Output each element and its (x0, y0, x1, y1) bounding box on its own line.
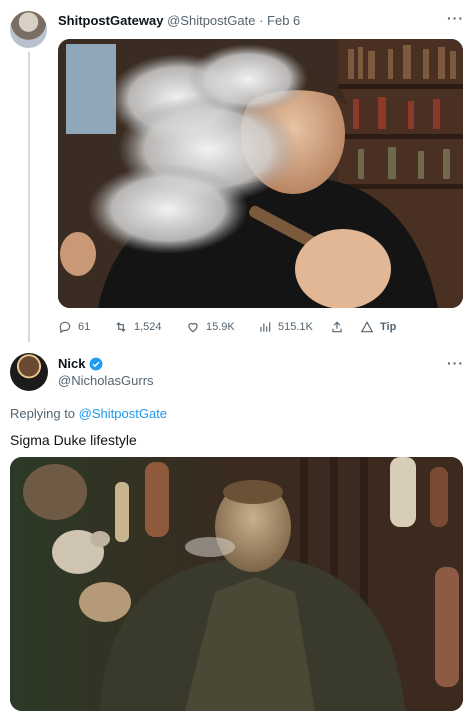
like-button[interactable]: 15.9K (186, 318, 235, 336)
tip-label: Tip (380, 321, 397, 333)
reply-button[interactable]: 61 (58, 318, 90, 336)
tweet-date[interactable]: Feb 6 (267, 13, 300, 28)
photo-game-character (10, 457, 463, 711)
avatar-shitpostgateway[interactable] (10, 11, 47, 48)
heart-icon (188, 323, 198, 333)
avatar-nick[interactable] (10, 353, 48, 391)
separator: · (259, 13, 264, 28)
author-handle[interactable]: @ShitpostGate (167, 13, 255, 28)
like-count: 15.9K (206, 321, 235, 333)
tweet-image[interactable] (58, 39, 463, 308)
more-options-button[interactable]: ··· (447, 355, 464, 371)
author-name[interactable]: ShitpostGateway (58, 13, 163, 28)
views-count: 515.1K (278, 321, 313, 333)
replying-to-link[interactable]: @ShitpostGate (79, 406, 167, 421)
tweet-original[interactable]: ShitpostGateway @ShitpostGate · Feb 6 ··… (0, 0, 474, 345)
tweet-header: ShitpostGateway @ShitpostGate · Feb 6 (58, 12, 300, 29)
author-name[interactable]: Nick (58, 355, 85, 372)
retweet-button[interactable]: 1,524 (114, 318, 162, 336)
photo-smoking-man (58, 39, 463, 308)
replying-prefix: Replying to (10, 406, 76, 421)
author-handle[interactable]: @NicholasGurrs (58, 373, 154, 388)
views-button[interactable]: 515.1K (258, 318, 313, 336)
author-name-row: Nick (58, 355, 103, 372)
retweet-icon (116, 322, 126, 332)
retweet-count: 1,524 (134, 321, 162, 333)
thread-connector (28, 52, 30, 342)
reply-icon (59, 321, 71, 334)
tweet-actions: 61 1,524 15.9K 515.1K Tip (58, 318, 463, 338)
share-button[interactable] (330, 318, 344, 336)
replying-to: Replying to @ShitpostGate (10, 406, 167, 421)
tweet-text: Sigma Duke lifestyle (10, 432, 137, 448)
tip-button[interactable]: Tip (360, 318, 396, 336)
views-icon (260, 322, 271, 332)
verified-badge-icon (90, 357, 103, 370)
more-options-button[interactable]: ··· (447, 10, 464, 26)
reply-count: 61 (78, 321, 91, 333)
tweet-image[interactable] (10, 457, 463, 711)
tip-icon (360, 321, 374, 333)
share-icon (332, 321, 342, 333)
